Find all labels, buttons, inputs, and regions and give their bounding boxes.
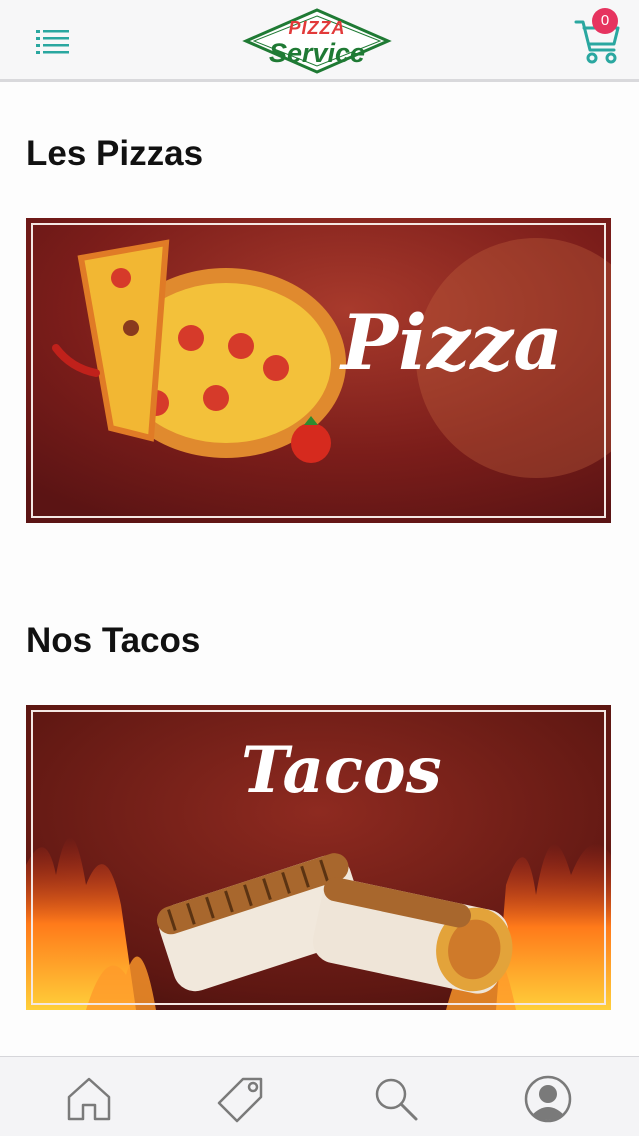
section-title-tacos: Nos Tacos <box>26 621 201 660</box>
nav-search[interactable] <box>370 1073 422 1125</box>
nav-home[interactable] <box>63 1073 115 1125</box>
banner-frame <box>31 223 606 518</box>
home-icon <box>67 1077 111 1121</box>
nav-profile[interactable] <box>522 1073 574 1125</box>
pizza-service-logo[interactable]: PIZZA Service <box>242 6 392 76</box>
pizza-banner[interactable]: Pizza <box>26 218 611 523</box>
logo-text-pizza: PIZZA <box>288 18 346 38</box>
app-screen: PIZZA Service 0 Les Pizzas Pizza Nos Tac… <box>0 0 639 1136</box>
top-app-bar: PIZZA Service 0 <box>0 0 639 82</box>
bottom-navigation <box>0 1056 639 1136</box>
banner-frame <box>31 710 606 1005</box>
section-title-pizzas: Les Pizzas <box>26 134 204 173</box>
list-menu-icon <box>36 30 69 54</box>
tacos-banner[interactable]: Tacos <box>26 705 611 1010</box>
logo-text-service: Service <box>268 38 366 68</box>
tag-icon <box>217 1077 263 1123</box>
nav-offers[interactable] <box>217 1073 269 1125</box>
menu-button[interactable] <box>30 22 74 58</box>
search-icon <box>375 1078 418 1121</box>
profile-icon <box>524 1075 572 1123</box>
cart-count-badge: 0 <box>592 8 618 34</box>
